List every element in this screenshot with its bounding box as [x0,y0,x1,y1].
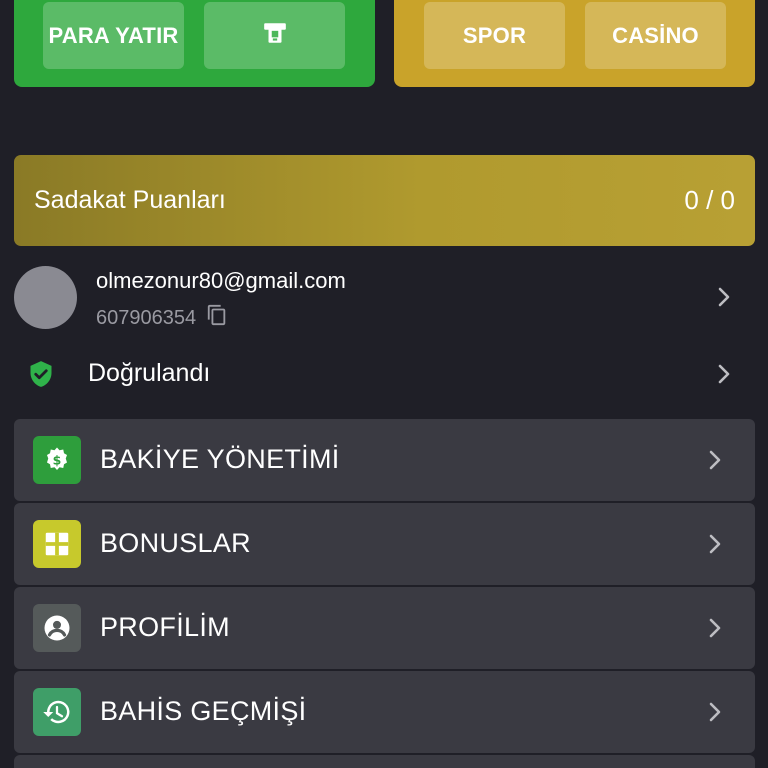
chevron-right-icon [703,448,727,472]
loyalty-label: Sadakat Puanları [34,186,226,214]
menu-item-balance[interactable]: $ BAKİYE YÖNETİMİ [14,419,755,501]
atm-icon [262,20,288,52]
menu-item-next[interactable] [14,755,755,768]
loyalty-value: 0 / 0 [684,185,735,215]
user-id-row: 607906354 [96,304,228,332]
menu-label-bet-history: BAHİS GEÇMİŞİ [100,696,307,726]
history-icon [33,688,81,736]
menu-item-bet-history[interactable]: BAHİS GEÇMİŞİ [14,671,755,753]
chevron-right-icon [703,532,727,556]
verified-chevron-icon[interactable] [712,362,736,386]
sport-label: SPOR [462,22,527,48]
casino-button[interactable]: CASİNO [585,2,726,69]
user-id: 607906354 [96,306,197,329]
avatar[interactable] [14,266,77,329]
wallet-panel: PARA YATIR [14,0,375,87]
menu-label-bonuses: BONUSLAR [100,528,251,558]
money-gear-icon: $ [33,436,81,484]
verified-shield-icon [27,360,55,388]
user-email: olmezonur80@gmail.com [96,268,346,293]
menu-item-profile[interactable]: PROFİLİM [14,587,755,669]
account-screen: PARA YATIR SPOR CASİNO Sadakat Puanları … [0,0,768,768]
chevron-right-icon [703,700,727,724]
svg-text:$: $ [53,452,62,467]
sport-button[interactable]: SPOR [424,2,565,69]
menu-label-profile: PROFİLİM [100,612,230,642]
deposit-button[interactable]: PARA YATIR [43,2,184,69]
copy-icon[interactable] [206,304,228,332]
loyalty-points-bar[interactable]: Sadakat Puanları 0 / 0 [14,155,755,246]
menu-item-bonuses[interactable]: BONUSLAR [14,503,755,585]
withdraw-button[interactable] [204,2,345,69]
deposit-label: PARA YATIR [48,22,179,48]
products-panel: SPOR CASİNO [394,0,755,87]
menu-label-balance: BAKİYE YÖNETİMİ [100,444,340,474]
casino-label: CASİNO [612,22,699,48]
verified-label: Doğrulandı [88,359,211,387]
gift-icon [33,520,81,568]
profile-chevron-icon[interactable] [712,285,736,309]
account-icon [33,604,81,652]
chevron-right-icon [703,616,727,640]
